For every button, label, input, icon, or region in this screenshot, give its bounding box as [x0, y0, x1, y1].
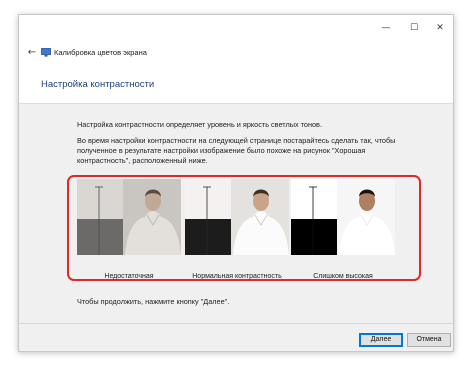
calibration-window: — ☐ ✕ ← Калибровка цветов экрана Настрой…	[18, 14, 454, 352]
minimize-button[interactable]: —	[373, 15, 399, 41]
minimize-icon: —	[381, 23, 391, 33]
cancel-button[interactable]: Отмена	[407, 333, 451, 347]
navigation-bar: ← Калибровка цветов экрана	[19, 41, 453, 65]
sample-image-high-contrast	[291, 179, 395, 255]
sample-image-normal-contrast	[185, 179, 289, 255]
page-header: Настройка контрастности	[19, 65, 453, 104]
back-arrow-icon: ←	[27, 47, 37, 58]
instruction-line-3: контрастность", расположенный ниже.	[77, 156, 208, 165]
instruction-line-1: Во время настройки контрастности на след…	[77, 136, 396, 145]
window-title: Калибровка цветов экрана	[54, 48, 147, 57]
description-text: Настройка контрастности определяет урове…	[77, 120, 322, 129]
continue-instruction: Чтобы продолжить, нажмите кнопку "Далее"…	[77, 297, 230, 306]
next-button[interactable]: Далее	[359, 333, 403, 347]
sample-label-low: Недостаточная	[104, 273, 154, 280]
maximize-icon: ☐	[409, 23, 419, 33]
footer-bar: Далее Отмена	[19, 323, 453, 351]
sample-label-high: Слишком высокая	[313, 273, 373, 280]
sample-label-normal: Нормальная контрастность	[192, 273, 282, 280]
instruction-line-2: полученное в результате настройки изобра…	[77, 146, 366, 155]
sample-image-low-contrast	[77, 179, 181, 255]
title-bar: — ☐ ✕	[19, 15, 453, 41]
close-icon: ✕	[436, 23, 444, 33]
display-calibration-icon	[41, 48, 51, 57]
close-button[interactable]: ✕	[427, 15, 453, 41]
page-title: Настройка контрастности	[41, 79, 155, 90]
maximize-button[interactable]: ☐	[401, 15, 427, 41]
back-button[interactable]: ←	[25, 46, 39, 60]
